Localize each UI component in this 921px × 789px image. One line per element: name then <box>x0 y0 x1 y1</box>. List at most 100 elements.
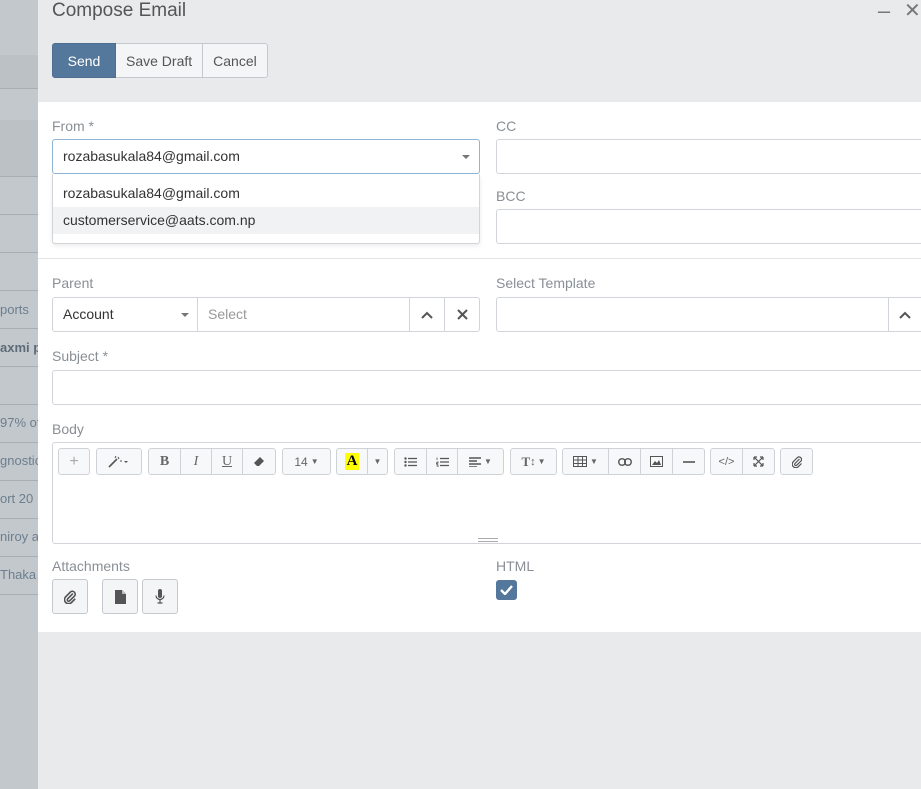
attach-file-button[interactable] <box>780 448 813 475</box>
bg-text: niroy a <box>0 529 40 544</box>
bg-text: Thaka <box>0 567 37 582</box>
chevron-up-icon <box>421 311 433 319</box>
bg-divider <box>0 556 40 557</box>
ordered-list-icon[interactable] <box>426 448 458 475</box>
parent-select-input[interactable]: Select <box>197 297 410 332</box>
compose-form: From * rozabasukala84@gmail.com rozabasu… <box>38 102 921 632</box>
bg-divider <box>0 328 40 329</box>
save-draft-button[interactable]: Save Draft <box>116 43 204 78</box>
unordered-list-icon[interactable] <box>394 448 427 475</box>
attachments-label: Attachments <box>52 558 130 574</box>
bg-divider <box>0 252 40 253</box>
bg-divider <box>0 404 40 405</box>
bg-band <box>0 55 40 88</box>
bcc-input[interactable] <box>496 209 921 244</box>
subject-label: Subject * <box>52 348 109 364</box>
chevron-down-icon <box>181 313 189 317</box>
bg-divider <box>0 480 40 481</box>
font-size-dropdown[interactable]: 14 ▼ <box>282 448 331 475</box>
template-input[interactable] <box>496 297 889 332</box>
italic-icon[interactable]: I <box>180 448 212 475</box>
paperclip-icon <box>64 590 76 604</box>
caret-down-icon: ▼ <box>537 457 546 466</box>
close-icon <box>456 309 468 320</box>
html-checkbox[interactable] <box>496 580 517 600</box>
chevron-up-icon <box>899 311 911 319</box>
horizontal-rule-icon[interactable] <box>672 448 705 475</box>
html-label: HTML <box>496 558 535 574</box>
resize-handle[interactable] <box>478 538 498 542</box>
highlight-letter: A <box>344 453 360 470</box>
parent-clear-button[interactable] <box>444 297 480 332</box>
cancel-button[interactable]: Cancel <box>203 43 268 78</box>
attach-file-button[interactable] <box>52 579 88 614</box>
bg-text: 97% of <box>0 415 40 430</box>
text-height-icon: ↕ <box>530 455 536 468</box>
bg-band <box>0 120 40 176</box>
magic-style-button[interactable] <box>96 448 142 475</box>
bg-text: axmi p <box>0 340 40 355</box>
parent-select-placeholder: Select <box>208 306 247 322</box>
divider <box>38 258 921 259</box>
code-view-icon[interactable]: </> <box>710 448 743 475</box>
fullscreen-icon[interactable] <box>742 448 775 475</box>
font-size-value: 14 <box>294 454 308 469</box>
bg-divider <box>0 442 40 443</box>
bg-text: gnostic <box>0 453 40 468</box>
background-page: ports axmi p 97% of gnostic ort 20 niroy… <box>0 0 40 789</box>
modal-title: Compose Email <box>52 0 187 21</box>
from-dropdown-menu: rozabasukala84@gmail.com customerservice… <box>52 174 480 244</box>
close-icon[interactable]: ✕ <box>904 0 921 22</box>
caret-down-icon: ▼ <box>484 457 492 466</box>
bg-divider <box>0 176 40 177</box>
record-audio-button[interactable] <box>142 579 178 614</box>
parent-type-select[interactable]: Account <box>52 297 198 332</box>
highlight-color-button[interactable]: A <box>336 448 368 475</box>
magic-wand-icon <box>108 455 128 468</box>
from-select[interactable]: rozabasukala84@gmail.com <box>52 139 480 174</box>
action-buttons: Send Save Draft Cancel <box>52 43 268 78</box>
eraser-icon[interactable] <box>242 448 276 475</box>
template-expand-button[interactable] <box>888 297 921 332</box>
template-label: Select Template <box>496 275 596 291</box>
caret-down-icon: ▼ <box>310 457 319 466</box>
modal-header: Compose Email – ✕ Send Save Draft Cancel <box>38 0 921 102</box>
cc-label: CC <box>496 118 517 134</box>
checkmark-icon <box>500 585 513 595</box>
bg-text: ort 20 <box>0 491 34 506</box>
text-style-dropdown[interactable]: T ↕ ▼ <box>510 448 557 475</box>
bg-divider <box>0 518 40 519</box>
parent-type-value: Account <box>63 306 114 322</box>
bg-divider <box>0 214 40 215</box>
bold-icon[interactable]: B <box>148 448 181 475</box>
image-icon[interactable] <box>640 448 673 475</box>
link-icon[interactable] <box>608 448 641 475</box>
bcc-label: BCC <box>496 188 526 204</box>
attach-document-button[interactable] <box>102 579 138 614</box>
parent-expand-button[interactable] <box>409 297 445 332</box>
align-dropdown[interactable]: ▼ <box>457 448 504 475</box>
from-value: rozabasukala84@gmail.com <box>63 148 240 164</box>
underline-icon[interactable]: U <box>211 448 243 475</box>
plus-icon[interactable]: + <box>58 448 90 475</box>
bg-divider <box>0 88 40 89</box>
bg-divider <box>0 594 40 595</box>
caret-down-icon[interactable]: ▼ <box>367 448 388 475</box>
chevron-down-icon <box>462 155 470 159</box>
parent-label: Parent <box>52 275 94 291</box>
bg-divider <box>0 290 40 291</box>
text-style-letter: T <box>521 453 531 469</box>
paperclip-icon <box>791 456 802 468</box>
subject-input[interactable] <box>52 370 921 405</box>
send-button[interactable]: Send <box>52 43 116 78</box>
minimize-icon[interactable]: – <box>876 0 892 22</box>
cc-input[interactable] <box>496 139 921 174</box>
align-left-icon <box>469 456 482 467</box>
bg-divider <box>0 366 40 367</box>
from-option[interactable]: customerservice@aats.com.np <box>53 207 479 234</box>
body-label: Body <box>52 421 84 437</box>
document-icon <box>114 589 126 604</box>
table-dropdown[interactable]: ▼ <box>562 448 609 475</box>
caret-down-icon: ▼ <box>590 457 598 466</box>
from-option[interactable]: rozabasukala84@gmail.com <box>53 180 479 207</box>
